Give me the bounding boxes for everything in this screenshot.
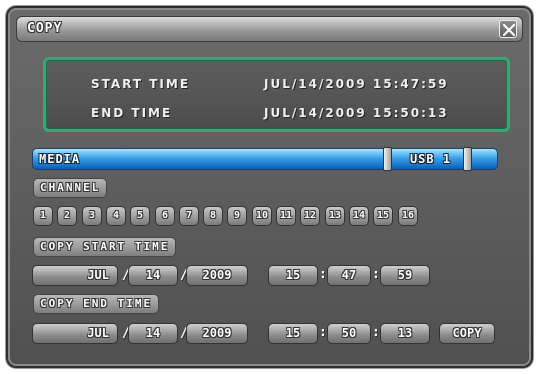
channel-button-7[interactable]: 7 (179, 206, 199, 226)
channel-button-13[interactable]: 13 (325, 206, 345, 226)
end-month-field[interactable]: JUL (32, 323, 118, 344)
channel-button-11[interactable]: 11 (276, 206, 296, 226)
channel-button-12[interactable]: 12 (300, 206, 320, 226)
channel-label: CHANNEL (33, 178, 108, 198)
channel-button-1[interactable]: 1 (33, 206, 53, 226)
end-day-field[interactable]: 14 (128, 323, 178, 344)
copy-start-time-label: COPY START TIME (33, 237, 177, 257)
start-time-label: START TIME (91, 77, 191, 91)
end-time-separator-2: : (372, 325, 380, 340)
channel-button-4[interactable]: 4 (106, 206, 126, 226)
end-minute-field[interactable]: 50 (327, 323, 371, 344)
start-month-field[interactable]: JUL (32, 265, 118, 286)
copy-end-time-label: COPY END TIME (33, 294, 160, 314)
channel-button-14[interactable]: 14 (349, 206, 369, 226)
channel-button-3[interactable]: 3 (82, 206, 102, 226)
channel-button-10[interactable]: 10 (252, 206, 272, 226)
media-selector[interactable]: MEDIA USB 1 (32, 147, 498, 171)
start-second-field[interactable]: 59 (380, 265, 430, 286)
media-value: USB 1 (409, 152, 452, 166)
start-time-value: JUL/14/2009 15:47:59 (264, 77, 449, 91)
end-time-separator-1: : (319, 325, 327, 340)
start-year-field[interactable]: 2009 (186, 265, 248, 286)
time-summary-panel: START TIME JUL/14/2009 15:47:59 END TIME… (43, 57, 510, 132)
media-left-handle[interactable] (383, 147, 392, 171)
end-time-value: JUL/14/2009 15:50:13 (264, 106, 449, 120)
start-day-field[interactable]: 14 (128, 265, 178, 286)
media-right-handle[interactable] (463, 147, 472, 171)
start-minute-field[interactable]: 47 (327, 265, 371, 286)
channel-button-8[interactable]: 8 (203, 206, 223, 226)
end-second-field[interactable]: 13 (380, 323, 430, 344)
channel-button-16[interactable]: 16 (398, 206, 418, 226)
dialog-title: COPY (27, 21, 63, 36)
channel-button-6[interactable]: 6 (155, 206, 175, 226)
end-time-label: END TIME (91, 106, 173, 120)
media-label: MEDIA (39, 152, 81, 166)
channel-button-15[interactable]: 15 (373, 206, 393, 226)
close-button[interactable] (499, 20, 517, 38)
end-hour-field[interactable]: 15 (268, 323, 318, 344)
channel-button-2[interactable]: 2 (57, 206, 77, 226)
close-x-icon (502, 23, 516, 37)
title-bar: COPY (16, 16, 523, 42)
start-time-separator-1: : (319, 267, 327, 282)
copy-button[interactable]: COPY (439, 323, 495, 344)
start-time-separator-2: : (372, 267, 380, 282)
start-hour-field[interactable]: 15 (268, 265, 318, 286)
end-year-field[interactable]: 2009 (186, 323, 248, 344)
channel-button-9[interactable]: 9 (227, 206, 247, 226)
channel-button-5[interactable]: 5 (130, 206, 150, 226)
